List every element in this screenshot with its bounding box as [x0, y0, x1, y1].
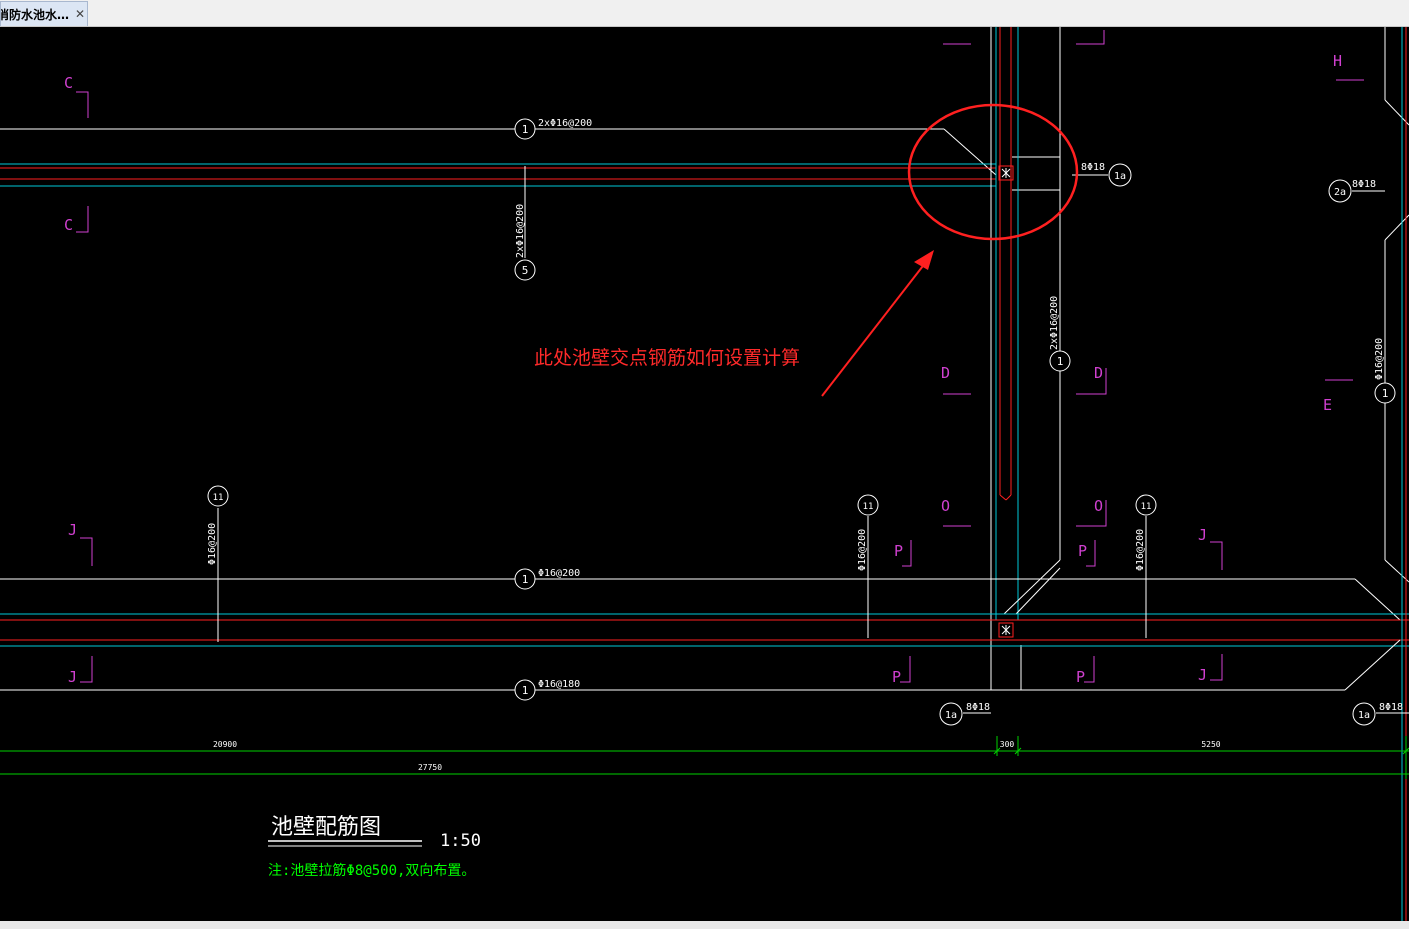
svg-text:1a: 1a — [1358, 710, 1370, 721]
section-mark-j-3: J — [1198, 526, 1223, 570]
document-tab-bar: 消防水池水… ✕ — [0, 0, 1409, 27]
svg-text:1: 1 — [1057, 355, 1064, 368]
section-mark-p-1: P — [894, 540, 912, 567]
rebar-callout-11-mid: 11 Φ16@200 — [857, 494, 879, 571]
dimension-5250: 5250 — [1201, 740, 1220, 749]
dimension-lines: 20900 300 5250 27750 — [0, 736, 1409, 779]
rebar-callout-top: 1 2xΦ16@200 — [514, 118, 592, 140]
svg-text:Φ16@200: Φ16@200 — [1374, 338, 1385, 380]
drawing-note: 注:池壁拉筋Φ8@500,双向布置。 — [268, 862, 475, 879]
svg-text:O: O — [941, 497, 950, 515]
svg-text:2xΦ16@200: 2xΦ16@200 — [515, 204, 526, 258]
svg-text:Φ16@200: Φ16@200 — [857, 529, 868, 571]
status-bar — [0, 921, 1409, 929]
svg-text:8Φ18: 8Φ18 — [1352, 179, 1376, 190]
question-text: 此处池壁交点钢筋如何设置计算 — [534, 347, 800, 369]
rebar-callout-bottom-lower: 1 Φ16@180 — [514, 679, 580, 701]
section-mark-j-4: J — [1198, 654, 1223, 684]
svg-text:P: P — [892, 668, 901, 686]
svg-text:8Φ18: 8Φ18 — [1379, 702, 1403, 713]
rebar-callout-11-left: 11 Φ16@200 — [207, 485, 229, 565]
section-mark-d-left: D — [941, 364, 971, 395]
svg-text:2xΦ16@200: 2xΦ16@200 — [1049, 296, 1060, 350]
section-mark-h: H — [1333, 52, 1364, 81]
svg-text:2a: 2a — [1334, 187, 1346, 198]
svg-text:11: 11 — [863, 502, 874, 512]
drawing-scale: 1:50 — [440, 831, 481, 851]
svg-text:J: J — [68, 521, 77, 539]
rebar-callout-11-right: 11 Φ16@200 — [1135, 494, 1157, 571]
rebar-leaders — [217, 166, 1409, 714]
svg-text:11: 11 — [1141, 502, 1152, 512]
rebar-callout-right-wall: 1 Φ16@200 — [1374, 338, 1396, 404]
dimension-20900: 20900 — [213, 740, 237, 749]
document-tab[interactable]: 消防水池水… ✕ — [0, 1, 88, 26]
svg-text:C: C — [64, 74, 73, 92]
section-mark-o-left: O — [941, 497, 971, 527]
section-mark-j-1: J — [68, 521, 93, 566]
rebar-callout-vertical-wall: 1 2xΦ16@200 — [1049, 296, 1071, 372]
svg-text:11: 11 — [213, 493, 224, 503]
section-mark-o-right: O — [1076, 497, 1107, 527]
svg-text:C: C — [64, 216, 73, 234]
close-icon[interactable]: ✕ — [75, 7, 85, 21]
right-wall — [1384, 27, 1409, 921]
svg-text:Φ16@180: Φ16@180 — [538, 679, 580, 690]
section-mark-p-4: P — [1076, 656, 1095, 686]
svg-text:2xΦ16@200: 2xΦ16@200 — [538, 118, 592, 129]
section-mark-p-2: P — [1078, 540, 1096, 567]
section-mark-p-3: P — [892, 656, 911, 686]
svg-text:1a: 1a — [1114, 171, 1126, 182]
svg-text:J: J — [1198, 666, 1207, 684]
svg-text:J: J — [68, 668, 77, 686]
svg-text:J: J — [1198, 526, 1207, 544]
document-tab-label: 消防水池水… — [0, 7, 70, 22]
section-mark-j-2: J — [68, 656, 93, 686]
corner-callout-top: 1a 8Φ18 — [1081, 162, 1132, 187]
svg-text:O: O — [1094, 497, 1103, 515]
cad-drawing: 1 2xΦ16@200 5 2xΦ16@200 1 2xΦ16@200 1 Φ1… — [0, 27, 1409, 921]
svg-text:1: 1 — [1382, 387, 1389, 400]
svg-text:5: 5 — [522, 264, 529, 277]
dimension-300: 300 — [1000, 740, 1015, 749]
rebar-callout-bottom-upper: 1 Φ16@200 — [514, 568, 580, 590]
svg-text:E: E — [1323, 396, 1332, 414]
svg-text:Φ16@200: Φ16@200 — [538, 568, 580, 579]
section-mark-c-bottom: C — [64, 206, 89, 234]
svg-text:P: P — [894, 542, 903, 560]
svg-text:1: 1 — [522, 123, 529, 136]
svg-text:Φ16@200: Φ16@200 — [1135, 529, 1146, 571]
dimension-27750: 27750 — [418, 763, 442, 772]
section-mark-d-right: D — [1076, 364, 1107, 395]
svg-text:8Φ18: 8Φ18 — [966, 702, 990, 713]
svg-text:D: D — [1094, 364, 1103, 382]
section-mark-e: E — [1323, 379, 1353, 414]
cad-drawing-canvas[interactable]: 1 2xΦ16@200 5 2xΦ16@200 1 2xΦ16@200 1 Φ1… — [0, 27, 1409, 921]
vertical-wall — [990, 27, 1061, 690]
drawing-title-block: 池壁配筋图 1:50 注:池壁拉筋Φ8@500,双向布置。 — [268, 815, 481, 879]
svg-text:P: P — [1076, 668, 1085, 686]
svg-text:1: 1 — [522, 573, 529, 586]
svg-text:1: 1 — [522, 684, 529, 697]
svg-text:H: H — [1333, 52, 1342, 70]
svg-text:P: P — [1078, 542, 1087, 560]
svg-text:Φ16@200: Φ16@200 — [207, 523, 218, 565]
svg-text:8Φ18: 8Φ18 — [1081, 162, 1105, 173]
corner-rebar-mark-bottom — [998, 622, 1014, 638]
section-mark-c-top: C — [64, 74, 89, 118]
rebar-callout-5: 5 2xΦ16@200 — [514, 204, 536, 281]
svg-text:1a: 1a — [945, 710, 957, 721]
svg-text:D: D — [941, 364, 950, 382]
drawing-title: 池壁配筋图 — [271, 815, 381, 840]
